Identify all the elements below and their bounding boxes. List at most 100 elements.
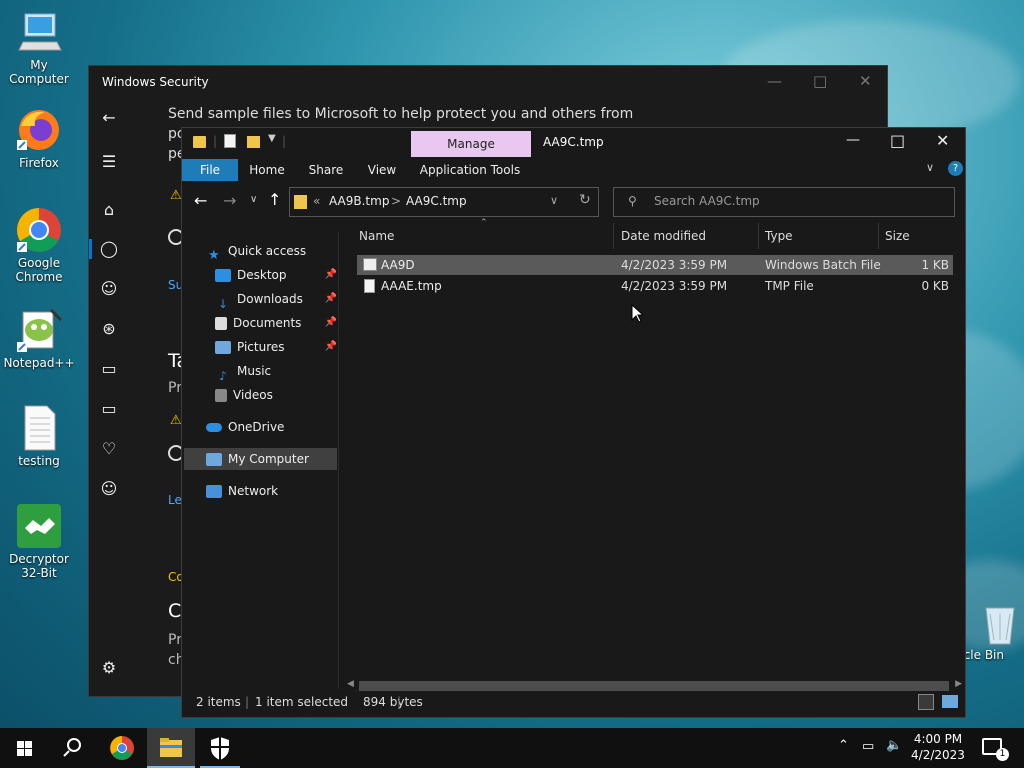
- qat-dropdown-icon[interactable]: ▼: [268, 133, 276, 144]
- new-folder-icon[interactable]: [247, 136, 260, 148]
- desktop-icon-label: Firefox: [19, 156, 59, 170]
- maximize-button[interactable]: □: [813, 72, 827, 90]
- scroll-right-icon[interactable]: ▶: [955, 679, 962, 689]
- recent-dropdown-icon[interactable]: ∨: [250, 194, 257, 205]
- ribbon-expand-icon[interactable]: ∨: [926, 161, 934, 174]
- menu-icon[interactable]: ☰: [89, 151, 129, 173]
- tab-file[interactable]: File: [182, 159, 238, 181]
- search-icon: [63, 738, 81, 757]
- title-bar[interactable]: | ▼ | Manage AA9C.tmp — □ ✕: [182, 128, 965, 157]
- nav-documents[interactable]: Documents 📌: [215, 312, 337, 334]
- cloud-icon: [206, 423, 222, 432]
- show-hidden-icons[interactable]: ⌃: [838, 738, 849, 753]
- minimize-button[interactable]: —: [767, 72, 782, 90]
- help-icon[interactable]: ?: [948, 161, 963, 176]
- minimize-button[interactable]: —: [846, 132, 860, 148]
- volume-icon[interactable]: 🔈: [886, 738, 902, 753]
- pin-icon[interactable]: 📌: [325, 336, 337, 358]
- desktop-icon-testing[interactable]: testing: [1, 404, 77, 468]
- chrome-icon: [110, 736, 134, 760]
- breadcrumb-overflow[interactable]: «: [313, 194, 320, 208]
- file-size: 0 KB: [921, 279, 949, 293]
- search-placeholder: Search AA9C.tmp: [654, 194, 760, 208]
- taskbar-file-explorer[interactable]: [147, 728, 195, 768]
- back-icon[interactable]: ←: [194, 191, 207, 210]
- home-icon[interactable]: ⌂: [89, 199, 129, 221]
- nav-onedrive[interactable]: OneDrive: [206, 416, 284, 438]
- close-button[interactable]: ✕: [936, 131, 949, 150]
- tab-application-tools[interactable]: Application Tools: [416, 159, 524, 181]
- nav-my-computer[interactable]: My Computer: [184, 448, 337, 470]
- file-row[interactable]: AA9D 4/2/2023 3:59 PM Windows Batch File…: [357, 255, 953, 275]
- file-row[interactable]: AAAE.tmp 4/2/2023 3:59 PM TMP File 0 KB: [357, 276, 953, 296]
- manage-tab[interactable]: Manage: [411, 131, 531, 157]
- network-tray-icon[interactable]: ▭: [862, 739, 874, 754]
- column-date-modified[interactable]: Date modified: [613, 223, 758, 249]
- search-input[interactable]: ⚲ Search AA9C.tmp: [613, 187, 955, 217]
- properties-icon[interactable]: [224, 134, 236, 148]
- tab-home[interactable]: Home: [244, 159, 290, 181]
- decryptor-icon: [15, 502, 63, 550]
- scroll-left-icon[interactable]: ◀: [347, 679, 354, 689]
- column-type[interactable]: Type: [758, 223, 878, 249]
- desktop-icon-chrome[interactable]: Google Chrome: [1, 206, 77, 284]
- desktop-icon-label: Decryptor 32-Bit: [9, 552, 69, 580]
- nav-desktop[interactable]: Desktop 📌: [215, 264, 337, 286]
- nav-music[interactable]: ♪ Music: [215, 360, 271, 383]
- pin-icon[interactable]: 📌: [325, 312, 337, 334]
- column-name[interactable]: Name: [359, 223, 612, 249]
- nav-network[interactable]: Network: [206, 480, 278, 502]
- device-security-icon[interactable]: ▭: [89, 398, 129, 420]
- tab-view[interactable]: View: [362, 159, 402, 181]
- nav-quick-access[interactable]: ★ Quick access: [208, 240, 306, 263]
- file-explorer-window[interactable]: | ▼ | Manage AA9C.tmp — □ ✕ File Home Sh…: [181, 127, 966, 718]
- learn-more-link[interactable]: Le: [168, 493, 182, 507]
- pin-icon[interactable]: 📌: [325, 264, 337, 286]
- clock[interactable]: 4:00 PM 4/2/2023: [908, 731, 968, 763]
- account-icon[interactable]: ☺: [89, 278, 129, 300]
- up-icon[interactable]: ↑: [268, 190, 281, 209]
- taskbar-windows-security[interactable]: [196, 728, 244, 768]
- refresh-icon[interactable]: ↻: [579, 192, 591, 208]
- music-icon: ♪: [219, 369, 227, 383]
- family-icon[interactable]: ☺: [89, 478, 129, 500]
- close-button[interactable]: ✕: [859, 72, 872, 90]
- taskbar: ⌃ ▭ 🔈 4:00 PM 4/2/2023 1: [0, 728, 1024, 768]
- notepadpp-icon: [15, 306, 63, 354]
- desktop-icon-notepadpp[interactable]: Notepad++: [1, 306, 77, 370]
- app-browser-icon[interactable]: ▭: [89, 358, 129, 380]
- file-date: 4/2/2023 3:59 PM: [621, 258, 728, 272]
- nav-rail: ← ☰ ⌂ ◯ ☺ ⊛ ▭ ▭ ♡ ☺ ⚙: [89, 99, 129, 696]
- forward-icon[interactable]: →: [223, 191, 236, 210]
- nav-videos[interactable]: Videos: [215, 384, 273, 406]
- nav-pictures[interactable]: Pictures 📌: [215, 336, 337, 358]
- maximize-button[interactable]: □: [890, 131, 905, 150]
- breadcrumb-current[interactable]: AA9C.tmp: [406, 194, 467, 208]
- desktop-icon-decryptor[interactable]: Decryptor 32-Bit: [1, 502, 77, 580]
- desktop-icon-my-computer[interactable]: My Computer: [1, 8, 77, 86]
- chrome-icon: [15, 206, 63, 254]
- settings-icon[interactable]: ⚙: [89, 657, 129, 679]
- address-bar[interactable]: « AA9B.tmp > AA9C.tmp ∨ ↻: [289, 187, 599, 217]
- title-bar[interactable]: Windows Security — □ ✕: [89, 66, 887, 99]
- clock-time: 4:00 PM: [913, 732, 963, 746]
- shield-icon[interactable]: ◯: [89, 238, 129, 260]
- large-icons-view-icon[interactable]: [942, 695, 958, 708]
- tab-share[interactable]: Share: [304, 159, 348, 181]
- status-bytes: 894 bytes: [363, 695, 423, 709]
- taskbar-chrome[interactable]: [98, 728, 146, 768]
- network-icon[interactable]: ⊛: [89, 318, 129, 340]
- back-icon[interactable]: ←: [89, 107, 129, 129]
- notification-center-button[interactable]: 1: [982, 738, 1009, 761]
- pin-icon[interactable]: 📌: [325, 288, 337, 310]
- section-text: Pr: [168, 380, 182, 396]
- column-size[interactable]: Size: [878, 223, 958, 249]
- address-dropdown-icon[interactable]: ∨: [550, 194, 558, 207]
- start-button[interactable]: [0, 728, 48, 768]
- nav-downloads[interactable]: ↓ Downloads 📌: [215, 288, 337, 311]
- search-button[interactable]: [48, 728, 96, 768]
- health-icon[interactable]: ♡: [89, 438, 129, 460]
- desktop-icon-firefox[interactable]: Firefox: [1, 106, 77, 170]
- breadcrumb-parent[interactable]: AA9B.tmp: [329, 194, 389, 208]
- details-view-icon[interactable]: [918, 694, 934, 710]
